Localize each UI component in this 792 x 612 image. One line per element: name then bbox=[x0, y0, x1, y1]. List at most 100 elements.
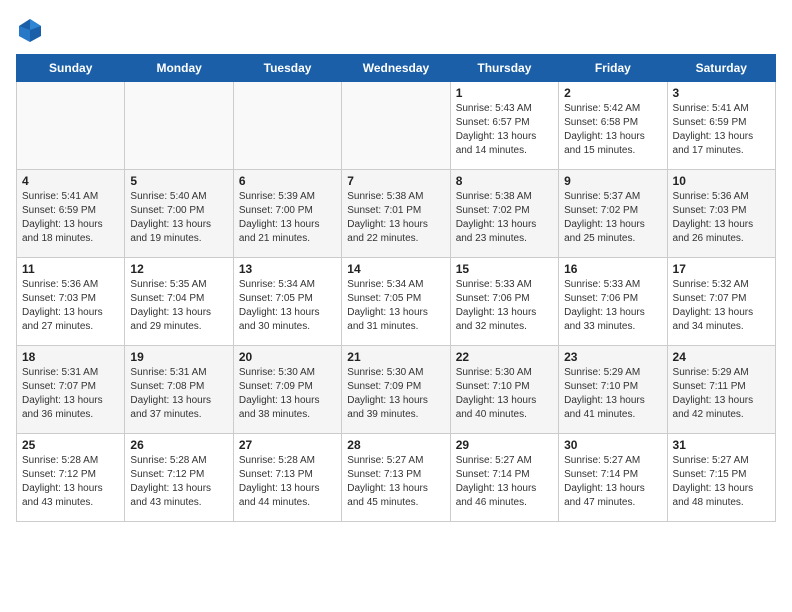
day-info: Sunrise: 5:41 AMSunset: 6:59 PMDaylight:… bbox=[22, 190, 119, 246]
day-number: 20 bbox=[239, 350, 336, 364]
day-info: Sunrise: 5:28 AMSunset: 7:12 PMDaylight:… bbox=[22, 454, 119, 510]
day-number: 5 bbox=[130, 174, 227, 188]
day-cell bbox=[342, 82, 450, 170]
day-info: Sunrise: 5:27 AMSunset: 7:14 PMDaylight:… bbox=[564, 454, 661, 510]
day-number: 23 bbox=[564, 350, 661, 364]
header-row: SundayMondayTuesdayWednesdayThursdayFrid… bbox=[17, 55, 776, 82]
day-number: 27 bbox=[239, 438, 336, 452]
day-cell: 12Sunrise: 5:35 AMSunset: 7:04 PMDayligh… bbox=[125, 258, 233, 346]
day-info: Sunrise: 5:42 AMSunset: 6:58 PMDaylight:… bbox=[564, 102, 661, 158]
day-number: 29 bbox=[456, 438, 553, 452]
day-cell: 10 Sunrise: 5:36 AMSunset: 7:03 PMDayligh… bbox=[667, 170, 775, 258]
day-cell: 24 Sunrise: 5:29 AMSunset: 7:11 PMDayligh… bbox=[667, 346, 775, 434]
day-info: Sunrise: 5:30 AMSunset: 7:09 PMDaylight:… bbox=[347, 366, 444, 422]
day-info: Sunrise: 5:40 AMSunset: 7:00 PMDaylight:… bbox=[130, 190, 227, 246]
day-number: 14 bbox=[347, 262, 444, 276]
day-info: Sunrise: 5:33 AMSunset: 7:06 PMDaylight:… bbox=[456, 278, 553, 334]
day-cell: 6 Sunrise: 5:39 AMSunset: 7:00 PMDaylight… bbox=[233, 170, 341, 258]
day-cell: 9 Sunrise: 5:37 AMSunset: 7:02 PMDaylight… bbox=[559, 170, 667, 258]
day-info: Sunrise: 5:27 AMSunset: 7:14 PMDaylight:… bbox=[456, 454, 553, 510]
day-number: 1 bbox=[456, 86, 553, 100]
logo bbox=[16, 16, 48, 44]
day-cell: 15 Sunrise: 5:33 AMSunset: 7:06 PMDayligh… bbox=[450, 258, 558, 346]
day-info: Sunrise: 5:34 AMSunset: 7:05 PMDaylight:… bbox=[239, 278, 336, 334]
day-info: Sunrise: 5:43 AMSunset: 6:57 PMDaylight:… bbox=[456, 102, 553, 158]
day-info: Sunrise: 5:29 AMSunset: 7:10 PMDaylight:… bbox=[564, 366, 661, 422]
day-info: Sunrise: 5:31 AMSunset: 7:07 PMDaylight:… bbox=[22, 366, 119, 422]
header-cell-sunday: Sunday bbox=[17, 55, 125, 82]
day-info: Sunrise: 5:27 AMSunset: 7:13 PMDaylight:… bbox=[347, 454, 444, 510]
day-cell: 26Sunrise: 5:28 AMSunset: 7:12 PMDayligh… bbox=[125, 434, 233, 522]
day-cell: 19 Sunrise: 5:31 AMSunset: 7:08 PMDayligh… bbox=[125, 346, 233, 434]
day-number: 13 bbox=[239, 262, 336, 276]
day-number: 4 bbox=[22, 174, 119, 188]
day-cell: 28 Sunrise: 5:27 AMSunset: 7:13 PMDayligh… bbox=[342, 434, 450, 522]
day-number: 26 bbox=[130, 438, 227, 452]
logo-icon bbox=[16, 16, 44, 44]
day-cell: 18 Sunrise: 5:31 AMSunset: 7:07 PMDayligh… bbox=[17, 346, 125, 434]
day-cell bbox=[125, 82, 233, 170]
day-info: Sunrise: 5:29 AMSunset: 7:11 PMDaylight:… bbox=[673, 366, 770, 422]
day-cell: 13 Sunrise: 5:34 AMSunset: 7:05 PMDayligh… bbox=[233, 258, 341, 346]
day-cell: 3 Sunrise: 5:41 AMSunset: 6:59 PMDaylight… bbox=[667, 82, 775, 170]
day-number: 6 bbox=[239, 174, 336, 188]
day-cell: 17 Sunrise: 5:32 AMSunset: 7:07 PMDayligh… bbox=[667, 258, 775, 346]
header-cell-thursday: Thursday bbox=[450, 55, 558, 82]
day-number: 24 bbox=[673, 350, 770, 364]
header-cell-monday: Monday bbox=[125, 55, 233, 82]
day-cell: 31 Sunrise: 5:27 AMSunset: 7:15 PMDayligh… bbox=[667, 434, 775, 522]
header bbox=[16, 16, 776, 44]
day-info: Sunrise: 5:41 AMSunset: 6:59 PMDaylight:… bbox=[673, 102, 770, 158]
day-info: Sunrise: 5:38 AMSunset: 7:02 PMDaylight:… bbox=[456, 190, 553, 246]
day-number: 18 bbox=[22, 350, 119, 364]
day-cell: 2Sunrise: 5:42 AMSunset: 6:58 PMDaylight… bbox=[559, 82, 667, 170]
day-number: 17 bbox=[673, 262, 770, 276]
day-info: Sunrise: 5:36 AMSunset: 7:03 PMDaylight:… bbox=[673, 190, 770, 246]
day-info: Sunrise: 5:35 AMSunset: 7:04 PMDaylight:… bbox=[130, 278, 227, 334]
header-cell-wednesday: Wednesday bbox=[342, 55, 450, 82]
day-cell: 4 Sunrise: 5:41 AMSunset: 6:59 PMDaylight… bbox=[17, 170, 125, 258]
day-number: 3 bbox=[673, 86, 770, 100]
day-number: 25 bbox=[22, 438, 119, 452]
day-number: 11 bbox=[22, 262, 119, 276]
header-cell-tuesday: Tuesday bbox=[233, 55, 341, 82]
day-cell: 1 Sunrise: 5:43 AMSunset: 6:57 PMDaylight… bbox=[450, 82, 558, 170]
day-number: 30 bbox=[564, 438, 661, 452]
day-info: Sunrise: 5:39 AMSunset: 7:00 PMDaylight:… bbox=[239, 190, 336, 246]
day-number: 28 bbox=[347, 438, 444, 452]
header-cell-saturday: Saturday bbox=[667, 55, 775, 82]
day-info: Sunrise: 5:31 AMSunset: 7:08 PMDaylight:… bbox=[130, 366, 227, 422]
day-number: 15 bbox=[456, 262, 553, 276]
day-number: 9 bbox=[564, 174, 661, 188]
week-row-1: 1 Sunrise: 5:43 AMSunset: 6:57 PMDaylight… bbox=[17, 82, 776, 170]
day-info: Sunrise: 5:33 AMSunset: 7:06 PMDaylight:… bbox=[564, 278, 661, 334]
day-cell: 27 Sunrise: 5:28 AMSunset: 7:13 PMDayligh… bbox=[233, 434, 341, 522]
day-number: 21 bbox=[347, 350, 444, 364]
day-number: 19 bbox=[130, 350, 227, 364]
day-cell: 11Sunrise: 5:36 AMSunset: 7:03 PMDayligh… bbox=[17, 258, 125, 346]
day-cell: 5 Sunrise: 5:40 AMSunset: 7:00 PMDaylight… bbox=[125, 170, 233, 258]
day-cell: 20 Sunrise: 5:30 AMSunset: 7:09 PMDayligh… bbox=[233, 346, 341, 434]
header-cell-friday: Friday bbox=[559, 55, 667, 82]
day-info: Sunrise: 5:30 AMSunset: 7:10 PMDaylight:… bbox=[456, 366, 553, 422]
day-info: Sunrise: 5:27 AMSunset: 7:15 PMDaylight:… bbox=[673, 454, 770, 510]
day-cell: 21 Sunrise: 5:30 AMSunset: 7:09 PMDayligh… bbox=[342, 346, 450, 434]
day-number: 16 bbox=[564, 262, 661, 276]
day-info: Sunrise: 5:38 AMSunset: 7:01 PMDaylight:… bbox=[347, 190, 444, 246]
day-info: Sunrise: 5:30 AMSunset: 7:09 PMDaylight:… bbox=[239, 366, 336, 422]
week-row-4: 18 Sunrise: 5:31 AMSunset: 7:07 PMDayligh… bbox=[17, 346, 776, 434]
day-info: Sunrise: 5:28 AMSunset: 7:13 PMDaylight:… bbox=[239, 454, 336, 510]
day-cell: 29 Sunrise: 5:27 AMSunset: 7:14 PMDayligh… bbox=[450, 434, 558, 522]
day-cell: 14Sunrise: 5:34 AMSunset: 7:05 PMDayligh… bbox=[342, 258, 450, 346]
day-number: 10 bbox=[673, 174, 770, 188]
day-cell: 25 Sunrise: 5:28 AMSunset: 7:12 PMDayligh… bbox=[17, 434, 125, 522]
day-cell: 23 Sunrise: 5:29 AMSunset: 7:10 PMDayligh… bbox=[559, 346, 667, 434]
day-cell: 8Sunrise: 5:38 AMSunset: 7:02 PMDaylight… bbox=[450, 170, 558, 258]
day-info: Sunrise: 5:32 AMSunset: 7:07 PMDaylight:… bbox=[673, 278, 770, 334]
day-number: 7 bbox=[347, 174, 444, 188]
week-row-2: 4 Sunrise: 5:41 AMSunset: 6:59 PMDaylight… bbox=[17, 170, 776, 258]
week-row-5: 25 Sunrise: 5:28 AMSunset: 7:12 PMDayligh… bbox=[17, 434, 776, 522]
day-cell: 30 Sunrise: 5:27 AMSunset: 7:14 PMDayligh… bbox=[559, 434, 667, 522]
day-number: 31 bbox=[673, 438, 770, 452]
day-info: Sunrise: 5:37 AMSunset: 7:02 PMDaylight:… bbox=[564, 190, 661, 246]
